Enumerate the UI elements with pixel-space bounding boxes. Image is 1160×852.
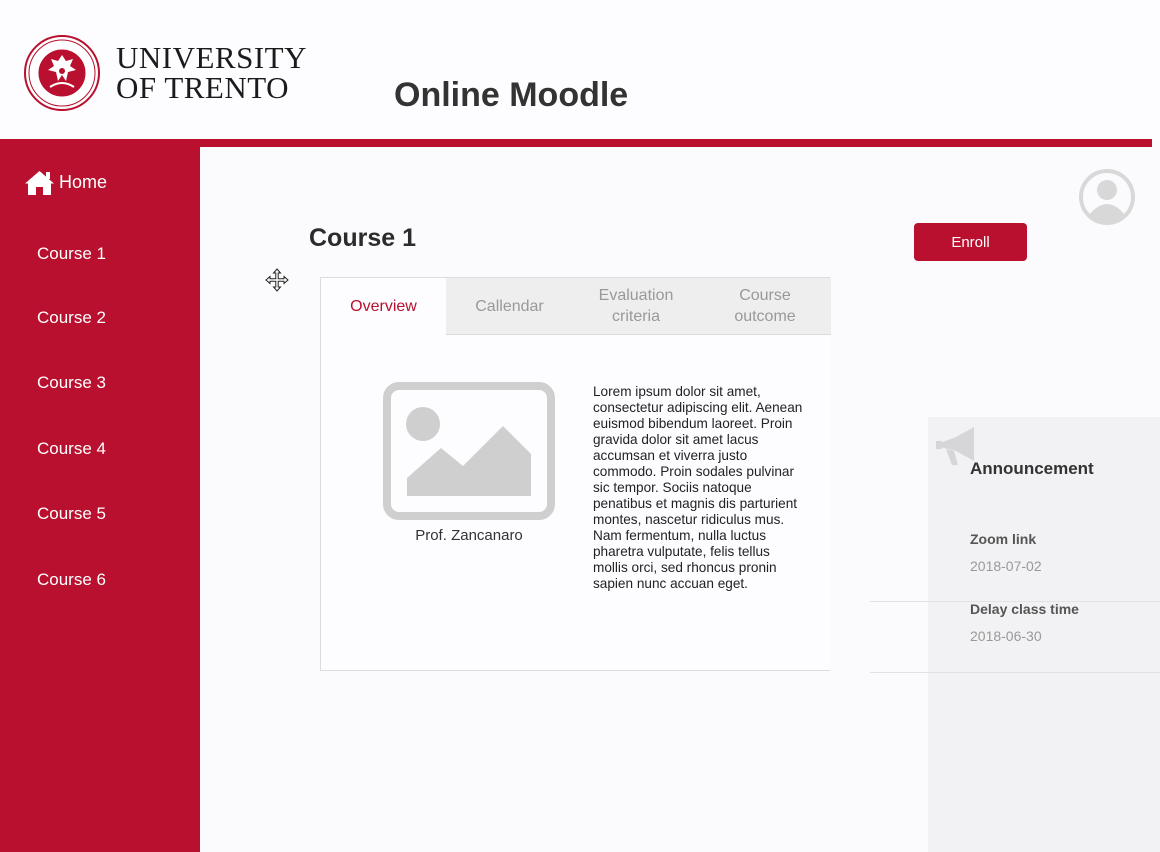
announcement-item-title[interactable]: Zoom link	[970, 531, 1036, 547]
sidebar-item-home[interactable]: Home	[24, 169, 107, 196]
announcement-divider	[870, 672, 1160, 673]
tab-label: Evaluation criteria	[598, 287, 674, 325]
page-header: UNIVERSITY OF TRENTO Online Moodle	[0, 0, 1160, 139]
university-logo[interactable]: UNIVERSITY OF TRENTO	[24, 35, 307, 111]
course-description: Lorem ipsum dolor sit amet, consectetur …	[593, 384, 803, 591]
professor-name: Prof. Zancanaro	[415, 527, 523, 544]
image-placeholder-icon	[383, 382, 555, 520]
tab-label: Course outcome	[734, 287, 796, 325]
user-avatar-icon[interactable]	[1078, 168, 1136, 226]
enroll-button[interactable]: Enroll	[914, 223, 1027, 261]
page-title: Course 1	[309, 224, 416, 252]
header-divider	[0, 139, 1152, 147]
tab-evaluation-criteria[interactable]: Evaluation criteria	[573, 278, 699, 335]
app-title: Online Moodle	[394, 76, 629, 114]
sidebar-item-course-2[interactable]: Course 2	[37, 308, 106, 328]
announcement-title: Announcement	[970, 459, 1094, 478]
university-seal-logo	[24, 35, 100, 111]
announcement-item-date: 2018-06-30	[970, 628, 1042, 644]
sidebar-item-course-1[interactable]: Course 1	[37, 244, 106, 264]
sidebar-item-course-5[interactable]: Course 5	[37, 504, 106, 524]
home-icon	[25, 171, 54, 195]
sidebar-item-course-6[interactable]: Course 6	[37, 570, 106, 590]
announcement-panel	[928, 417, 1160, 852]
university-name: UNIVERSITY OF TRENTO	[116, 40, 307, 105]
tab-overview[interactable]: Overview	[321, 278, 446, 335]
tab-calendar[interactable]: Callendar	[446, 278, 573, 335]
course-tabs: Overview Callendar Evaluation criteria C…	[321, 278, 831, 335]
logo-line-1: UNIVERSITY	[116, 40, 307, 75]
sidebar: Home Course 1 Course 2 Course 3 Course 4…	[0, 147, 200, 852]
sidebar-item-course-3[interactable]: Course 3	[37, 373, 106, 393]
announcement-item-title[interactable]: Delay class time	[970, 601, 1079, 617]
course-card: Overview Callendar Evaluation criteria C…	[320, 277, 831, 671]
logo-line-2: OF TRENTO	[116, 70, 290, 105]
sidebar-item-course-4[interactable]: Course 4	[37, 439, 106, 459]
announcement-item-date: 2018-07-02	[970, 558, 1042, 574]
move-cursor-icon	[265, 268, 289, 292]
tab-course-outcome[interactable]: Course outcome	[699, 278, 831, 335]
sidebar-item-label: Home	[59, 172, 108, 192]
